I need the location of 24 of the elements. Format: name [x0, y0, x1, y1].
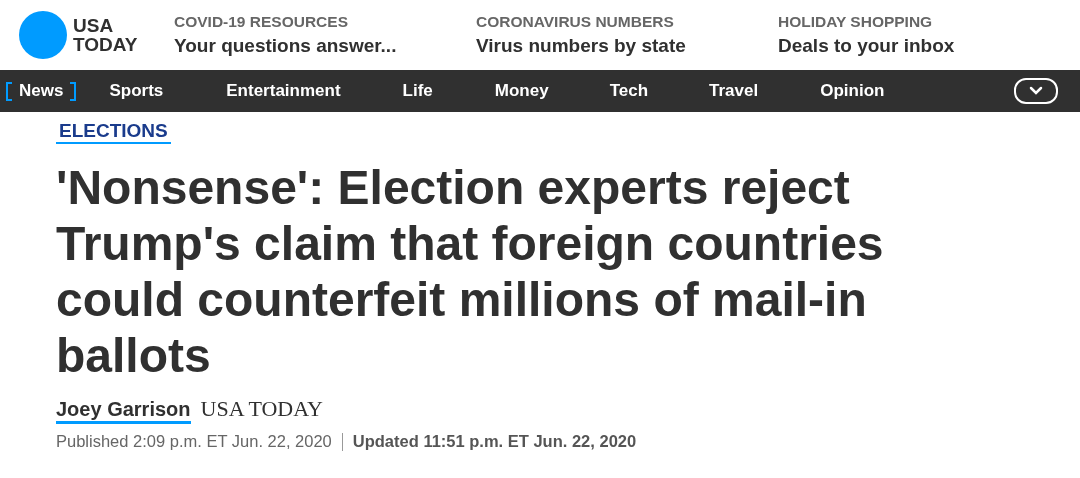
promo-link[interactable]: Your questions answer... — [174, 35, 476, 57]
promo-label: CORONAVIRUS NUMBERS — [476, 13, 675, 31]
promo-label: COVID-19 RESOURCES — [174, 13, 349, 31]
promo-link[interactable]: Virus numbers by state — [476, 35, 778, 57]
nav-tab[interactable]: Opinion — [806, 79, 899, 103]
nav-tab[interactable]: News — [5, 79, 78, 103]
logo-text[interactable]: USA — [73, 16, 138, 35]
logo-text[interactable]: TODAY — [73, 35, 138, 54]
nav-tab[interactable]: Money — [480, 79, 563, 103]
expand-chevron-icon[interactable] — [1014, 78, 1058, 104]
promo-link[interactable]: Deals to your inbox — [778, 35, 1080, 57]
nav-tab[interactable]: Travel — [695, 79, 773, 103]
logo-circle-icon[interactable] — [19, 11, 67, 59]
nav-tab[interactable]: Tech — [595, 79, 663, 103]
updated-date: Updated 11:51 p.m. ET Jun. 22, 2020 — [352, 432, 637, 451]
nav-tab[interactable]: Entertainment — [212, 79, 355, 103]
section-link[interactable]: ELECTIONS — [56, 118, 171, 144]
article-headline: 'Nonsense': Election experts reject Trump's claim that foreign countries could counterfeit millions of mail-in ballots — [56, 160, 885, 384]
author-link[interactable]: Joey Garrison — [56, 398, 191, 424]
nav-tab[interactable]: Sports — [95, 79, 178, 103]
outlet-name: USA TODAY — [200, 396, 323, 422]
nav-tab[interactable]: Life — [388, 79, 447, 103]
promo-label: HOLIDAY SHOPPING — [778, 13, 934, 31]
published-date: Published 2:09 p.m. ET Jun. 22, 2020 — [56, 432, 332, 451]
